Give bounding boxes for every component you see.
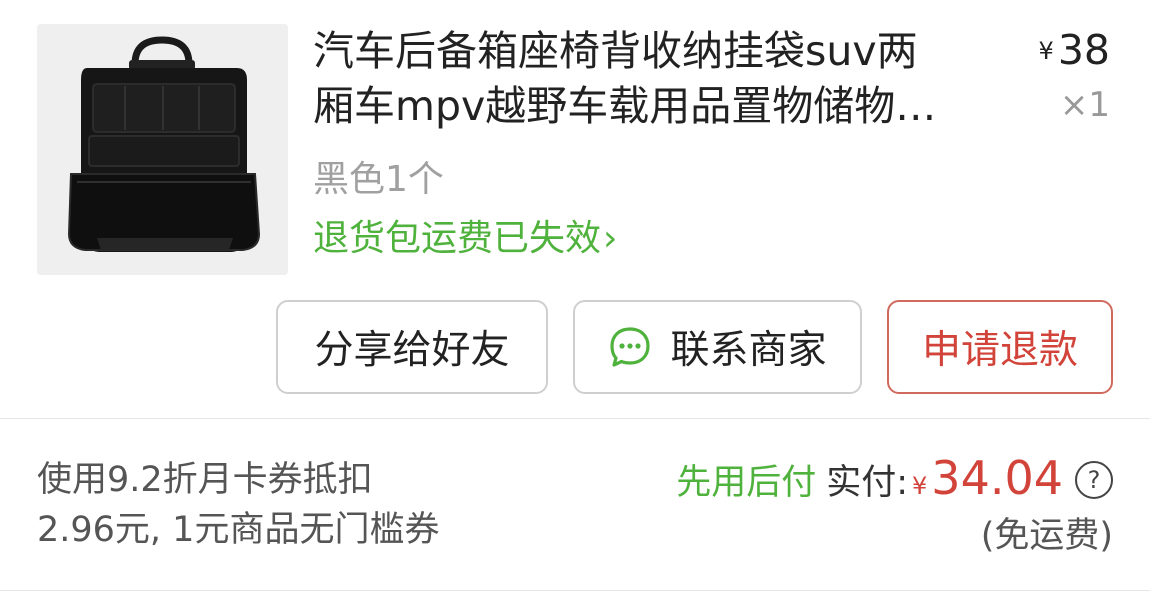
chevron-right-icon: › — [603, 218, 618, 259]
price-value: 38 — [1057, 26, 1110, 74]
paid-label: 实付: — [826, 463, 909, 503]
coupon-line-2: 2.96元, 1元商品无门槛券 — [37, 510, 440, 550]
paid-amount-line: 先用后付 实付: ¥ 34.04 ? — [676, 451, 1113, 509]
car-seat-organizer-icon — [37, 24, 288, 275]
chat-bubble-icon — [610, 327, 651, 367]
price-currency: ¥ — [1038, 37, 1054, 65]
product-variant: 黑色1个 — [313, 159, 444, 200]
paid-currency: ¥ — [912, 472, 928, 500]
product-image[interactable] — [37, 24, 288, 275]
refund-button-label: 申请退款 — [921, 328, 1078, 373]
share-with-friend-button[interactable]: 分享给好友 — [276, 300, 548, 394]
section-divider — [0, 418, 1150, 419]
help-question-icon[interactable]: ? — [1075, 461, 1113, 499]
coupon-discount-text: 使用9.2折月卡券抵扣 2.96元, 1元商品无门槛券 — [37, 455, 557, 555]
payment-summary: 先用后付 实付: ¥ 34.04 ? (免运费) — [676, 451, 1113, 561]
price-block: ¥38 ×1 — [1039, 24, 1110, 133]
return-shipping-label: 退货包运费已失效 — [313, 218, 602, 259]
product-title-line-1: 汽车后备箱座椅背收纳挂袋suv两 — [313, 27, 918, 75]
contact-button-label: 联系商家 — [670, 328, 827, 373]
pay-later-label: 先用后付 — [676, 463, 817, 503]
free-shipping-note: (免运费) — [980, 516, 1113, 556]
paid-amount: 34.04 — [931, 451, 1063, 505]
share-button-label: 分享给好友 — [314, 328, 510, 373]
coupon-line-1: 使用9.2折月卡券抵扣 — [37, 460, 373, 500]
contact-merchant-button[interactable]: 联系商家 — [573, 300, 862, 394]
product-title[interactable]: 汽车后备箱座椅背收纳挂袋suv两 厢车mpv越野车载用品置物储物… — [313, 24, 1003, 134]
return-shipping-link[interactable]: 退货包运费已失效› — [313, 214, 617, 264]
item-quantity: ×1 — [1059, 85, 1110, 125]
bottom-divider — [0, 590, 1150, 591]
product-title-line-2: 厢车mpv越野车载用品置物储物… — [313, 82, 937, 130]
apply-refund-button[interactable]: 申请退款 — [887, 300, 1113, 394]
unit-price: ¥38 — [1039, 24, 1110, 77]
